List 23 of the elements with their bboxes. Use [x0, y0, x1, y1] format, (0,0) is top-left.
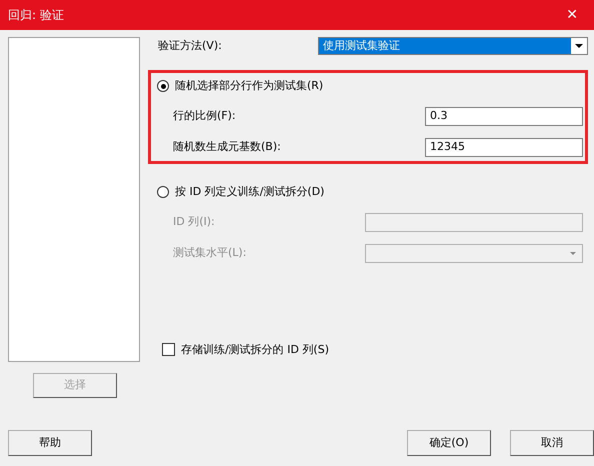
method-dropdown[interactable]: 使用测试集验证: [318, 37, 588, 55]
cancel-button[interactable]: 取消: [510, 430, 594, 456]
field-label: ID 列(I):: [173, 214, 215, 230]
method-value: 使用测试集验证: [319, 38, 571, 54]
field-label: 测试集水平(L):: [173, 245, 246, 262]
close-button[interactable]: ✕: [558, 4, 586, 26]
input-field[interactable]: 0.3: [425, 107, 583, 126]
radio-label: 随机选择部分行作为测试集(R): [175, 78, 324, 94]
field-label: 行的比例(F):: [173, 108, 236, 124]
field-label: 随机数生成元基数(B):: [173, 139, 281, 156]
caret-icon: [568, 250, 578, 258]
input-field[interactable]: 12345: [425, 138, 583, 157]
radio-button[interactable]: [157, 80, 169, 92]
input-field[interactable]: [365, 213, 583, 232]
help-button[interactable]: 帮助: [8, 430, 92, 456]
method-label: 验证方法(V):: [157, 38, 223, 54]
variable-list[interactable]: [8, 37, 140, 362]
checkbox[interactable]: [162, 343, 175, 356]
ok-button[interactable]: 确定(O): [407, 430, 491, 456]
checkbox-label: 存储训练/测试拆分的 ID 列(S): [181, 342, 329, 358]
radio-button[interactable]: [157, 186, 169, 198]
radio-label: 按 ID 列定义训练/测试拆分(D): [175, 184, 324, 200]
window-title: 回归: 验证: [8, 7, 64, 24]
